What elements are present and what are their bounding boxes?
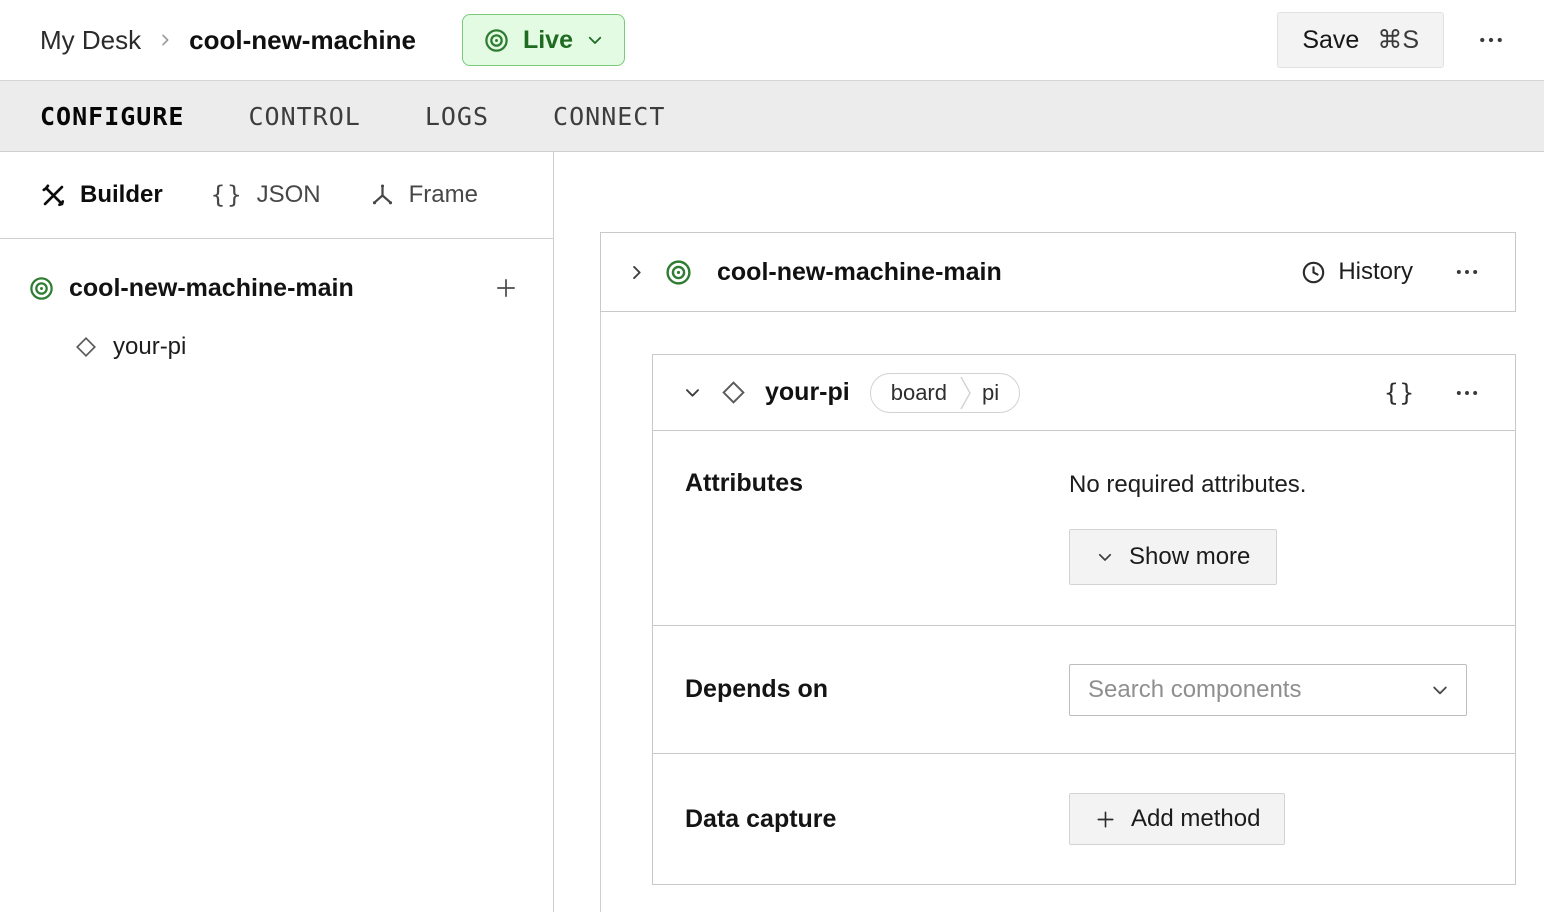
tab-control[interactable]: CONTROL (248, 102, 360, 131)
attributes-section-body: No required attributes. Show more (1069, 469, 1467, 585)
data-capture-section-label: Data capture (685, 804, 837, 833)
tree-item-your-pi[interactable]: your-pi (74, 333, 523, 361)
history-clock-icon (1300, 259, 1327, 286)
tab-logs[interactable]: LOGS (425, 102, 489, 131)
add-component-button[interactable] (489, 271, 523, 305)
component-card-title: your-pi (765, 378, 850, 406)
ellipsis-icon (1453, 258, 1481, 286)
chevron-down-icon (1096, 548, 1114, 566)
tools-icon (40, 182, 67, 209)
machine-part-icon (664, 258, 693, 287)
section-attributes: Attributes No required attributes. Show … (653, 431, 1515, 626)
depends-on-section-label: Depends on (685, 675, 829, 703)
machine-part-icon (28, 275, 55, 302)
view-mode-bar: Builder {} JSON Frame (0, 152, 553, 239)
part-card-menu-button[interactable] (1445, 250, 1489, 294)
app-header: My Desk cool-new-machine Live Save ⌘S (0, 0, 1544, 80)
machine-part-card: cool-new-machine-main History (600, 232, 1516, 312)
depends-on-search-placeholder: Search components (1088, 675, 1302, 703)
attributes-section-label: Attributes (685, 469, 804, 497)
save-shortcut-hint: ⌘S (1377, 26, 1419, 54)
tree-item-machine-part[interactable]: cool-new-machine-main (28, 274, 489, 303)
braces-icon: {} (210, 181, 244, 209)
section-data-capture: Data capture Add method (653, 754, 1515, 884)
header-overflow-menu-button[interactable] (1468, 17, 1514, 63)
chevron-down-icon (586, 31, 604, 49)
history-button-label: History (1338, 258, 1413, 285)
part-card-title: cool-new-machine-main (717, 257, 1002, 286)
save-button[interactable]: Save ⌘S (1277, 12, 1444, 68)
add-method-button-label: Add method (1131, 805, 1261, 832)
live-target-icon (483, 27, 510, 54)
tab-connect[interactable]: CONNECT (553, 102, 665, 131)
add-method-button[interactable]: Add method (1069, 793, 1286, 845)
config-main-panel: cool-new-machine-main History your-pi bo… (554, 152, 1544, 912)
component-type-badge: board pi (869, 372, 1021, 413)
mode-builder[interactable]: Builder (40, 181, 163, 209)
tree-root-row: cool-new-machine-main (28, 271, 523, 305)
frame-axes-icon (369, 182, 396, 209)
badge-model-label: pi (982, 379, 1000, 405)
section-depends-on: Depends on Search components (653, 626, 1515, 754)
tree-child-label: your-pi (113, 333, 187, 360)
badge-type-label: board (890, 379, 947, 405)
machine-tree: cool-new-machine-main your-pi (0, 239, 553, 361)
history-button[interactable]: History (1300, 258, 1413, 286)
component-json-button[interactable]: {} (1384, 379, 1415, 407)
mode-frame[interactable]: Frame (369, 181, 478, 209)
live-status-dropdown[interactable]: Live (461, 14, 625, 66)
component-card-your-pi: your-pi board pi {} Attributes No requir… (652, 354, 1516, 885)
breadcrumb: My Desk cool-new-machine (40, 25, 416, 56)
show-more-button[interactable]: Show more (1069, 529, 1278, 585)
ellipsis-icon (1453, 379, 1481, 407)
attributes-empty-text: No required attributes. (1069, 471, 1307, 498)
chevron-right-icon (157, 32, 173, 48)
mode-json[interactable]: {} JSON (211, 181, 321, 209)
breadcrumb-current: cool-new-machine (189, 24, 416, 55)
component-card-menu-button[interactable] (1445, 371, 1489, 415)
depends-on-search-select[interactable]: Search components (1069, 663, 1467, 716)
collapse-chevron-down-icon[interactable] (683, 383, 702, 402)
tab-configure[interactable]: CONFIGURE (40, 102, 184, 131)
part-group-spine (600, 312, 601, 912)
tree-root-label: cool-new-machine-main (69, 273, 354, 302)
mode-builder-label: Builder (80, 181, 163, 208)
component-card-header: your-pi board pi {} (653, 355, 1515, 431)
save-button-label: Save (1302, 25, 1360, 54)
expand-chevron-right-icon[interactable] (627, 263, 646, 282)
live-status-label: Live (522, 25, 573, 54)
content-area: Builder {} JSON Frame cool-new-machine-m… (0, 152, 1544, 912)
component-diamond-icon (74, 335, 98, 359)
main-tab-bar: CONFIGURE CONTROL LOGS CONNECT (0, 80, 1544, 152)
breadcrumb-parent-link[interactable]: My Desk (40, 25, 141, 56)
badge-separator-chevron (959, 374, 972, 412)
plus-icon (493, 275, 519, 301)
mode-frame-label: Frame (408, 181, 478, 208)
chevron-down-icon (1430, 680, 1450, 700)
plus-icon (1094, 808, 1117, 831)
ellipsis-icon (1476, 25, 1506, 55)
config-sidebar: Builder {} JSON Frame cool-new-machine-m… (0, 152, 554, 912)
component-diamond-icon (720, 379, 747, 406)
show-more-button-label: Show more (1129, 543, 1251, 570)
mode-json-label: JSON (256, 181, 321, 208)
